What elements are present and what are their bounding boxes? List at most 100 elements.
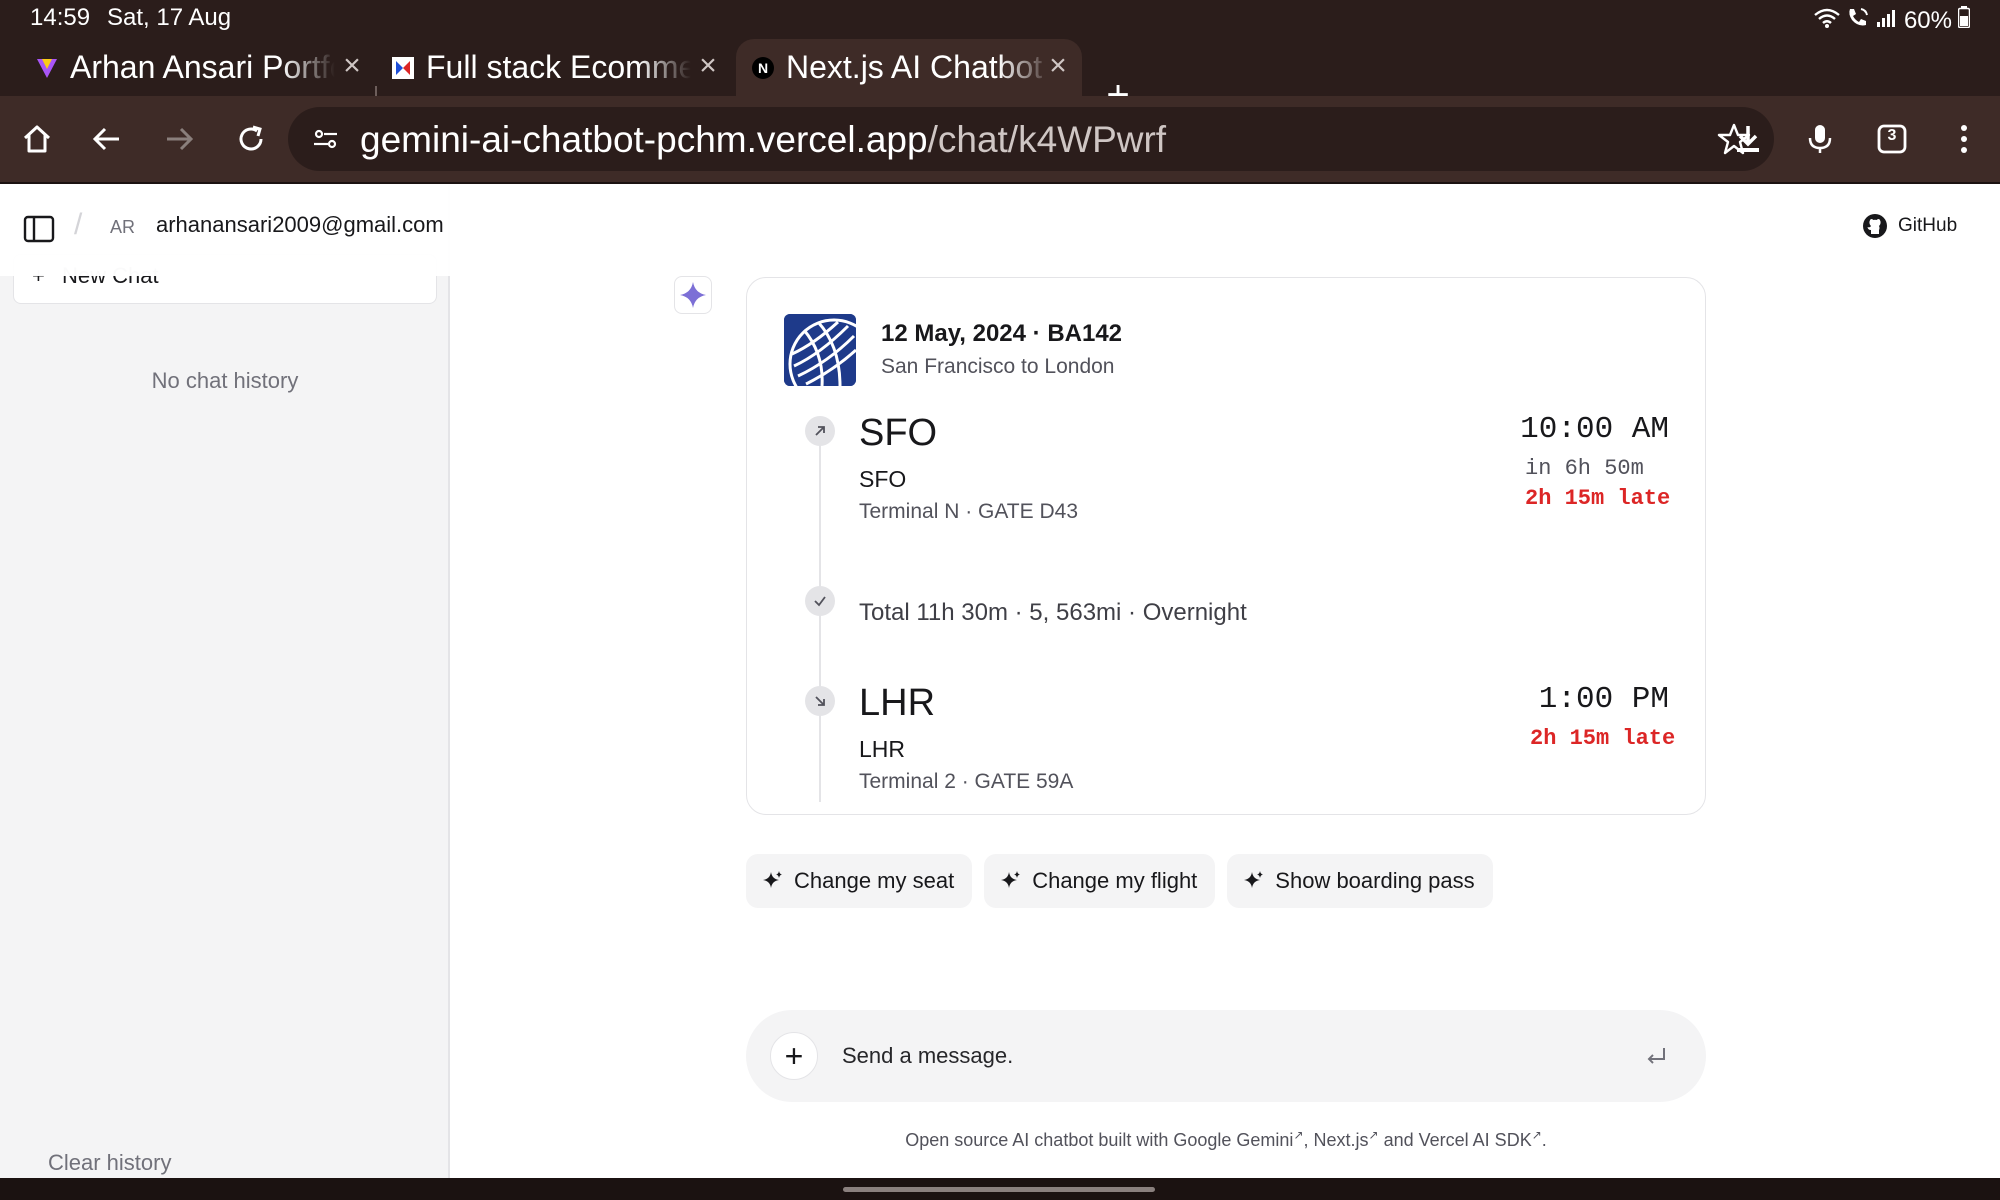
tab-close-icon[interactable]: ×	[338, 51, 366, 81]
sparkle-icon	[680, 282, 706, 308]
status-icons: 60%	[1814, 6, 1971, 35]
suggestion-change-seat[interactable]: Change my seat	[746, 854, 973, 908]
arrival-airport: LHR	[859, 736, 906, 762]
assistant-avatar	[674, 276, 712, 314]
arrival-time: 1:00 PM	[1538, 682, 1669, 717]
suggestion-label: Show boarding pass	[1275, 868, 1475, 893]
footer-suffix: .	[1541, 1130, 1547, 1150]
flight-total-summary: Total 11h 30m · 5, 563mi · Overnight	[859, 599, 1247, 626]
departure-code: SFO	[859, 412, 938, 454]
site-settings-icon[interactable]	[310, 123, 342, 155]
home-icon	[23, 125, 51, 153]
user-avatar-initials[interactable]: AR	[110, 217, 135, 238]
flight-date-number: 12 May, 2024 · BA142	[881, 320, 1123, 347]
arrow-up-right-icon	[815, 426, 825, 436]
tab-close-icon[interactable]: ×	[1044, 51, 1072, 81]
airline-globe-logo	[784, 314, 856, 386]
signal-icon	[1876, 7, 1898, 35]
external-link-icon: ↗	[1368, 1128, 1379, 1142]
departure-countdown: in 6h 50m	[1525, 456, 1644, 481]
new-chat-plus-button[interactable]: +	[770, 1032, 818, 1080]
arrow-left-icon	[92, 127, 119, 151]
battery-icon	[1957, 6, 1971, 35]
vercel-ai-sdk-link[interactable]: Vercel AI SDK	[1419, 1130, 1532, 1150]
github-icon	[1863, 214, 1887, 238]
check-icon	[814, 596, 826, 607]
tab-close-icon[interactable]: ×	[694, 51, 722, 81]
sparkles-icon	[1244, 871, 1264, 888]
suggestion-chips: Change my seat Change my flight Show boa…	[746, 854, 1493, 910]
browser-menu-button[interactable]	[1943, 118, 1985, 160]
chat-sidebar: + New Chat No chat history Clear history	[0, 184, 450, 1178]
enter-send-icon[interactable]	[1642, 1042, 1670, 1070]
url-text: gemini-ai-chatbot-pchm.vercel.app/chat/k…	[360, 119, 1166, 161]
tab-title: Next.js AI Chatbot	[786, 49, 1043, 85]
message-composer: +	[746, 1010, 1706, 1102]
arrow-down-right-icon	[815, 696, 825, 706]
gesture-handle[interactable]	[843, 1187, 1155, 1192]
wifi-calling-icon	[1846, 6, 1870, 35]
status-bar: 14:59 Sat, 17 Aug 60%	[0, 0, 2000, 34]
wifi-icon	[1814, 7, 1840, 35]
sidebar-toggle-icon[interactable]	[22, 212, 56, 246]
tab-portfolio[interactable]: Arhan Ansari Portfolio ×	[36, 39, 366, 96]
tab-title: Arhan Ansari Portfolio	[70, 49, 335, 85]
nextjs-favicon-icon: N	[752, 56, 774, 79]
nextjs-link[interactable]: Next.js	[1314, 1130, 1369, 1150]
status-date: Sat, 17 Aug	[107, 4, 232, 31]
vite-favicon-icon	[36, 57, 58, 79]
footer-prefix: Open source AI chatbot built with	[905, 1130, 1174, 1150]
battery-percent: 60%	[1903, 6, 1952, 34]
tab-strip: Arhan Ansari Portfolio × Full stack Ecom…	[0, 34, 2000, 115]
tab-title: Full stack Ecommerce	[426, 49, 691, 85]
clear-history-button[interactable]: Clear history	[48, 1150, 171, 1176]
departure-gate: Terminal N · GATE D43	[859, 500, 1078, 523]
google-gemini-link[interactable]: Google Gemini	[1173, 1130, 1293, 1150]
footer-sep: and	[1378, 1130, 1419, 1150]
sparkles-icon	[1001, 871, 1021, 888]
departure-dot	[805, 416, 835, 446]
flight-route: San Francisco to London	[881, 355, 1115, 378]
voice-search-button[interactable]	[1799, 118, 1841, 160]
more-vertical-icon	[1961, 125, 1967, 153]
microphone-icon	[1808, 125, 1832, 153]
sparkles-icon	[763, 871, 782, 888]
reload-button[interactable]	[230, 118, 272, 160]
message-input[interactable]	[842, 1040, 1622, 1072]
no-chat-history-text: No chat history	[151, 368, 299, 393]
departure-delay: 2h 15m late	[1525, 486, 1671, 511]
store-favicon-icon	[392, 56, 414, 79]
page-header: / AR arhanansari2009@gmail.com GitHub	[0, 184, 2000, 276]
reload-icon	[239, 125, 263, 151]
footer-note: Open source AI chatbot built with Google…	[746, 1128, 1706, 1151]
tab-count: 3	[1887, 127, 1897, 144]
arrival-delay: 2h 15m late	[1530, 726, 1676, 751]
web-page: + New Chat No chat history Clear history…	[0, 184, 2000, 1178]
forward-button[interactable]	[158, 118, 200, 160]
status-time: 14:59	[30, 4, 91, 31]
suggestion-boarding-pass[interactable]: Show boarding pass	[1227, 854, 1493, 908]
user-email[interactable]: arhanansari2009@gmail.com	[156, 212, 444, 238]
arrival-gate: Terminal 2 · GATE 59A	[859, 770, 1074, 793]
home-button[interactable]	[16, 118, 58, 160]
back-button[interactable]	[86, 118, 128, 160]
address-bar[interactable]: gemini-ai-chatbot-pchm.vercel.app/chat/k…	[288, 107, 1774, 171]
duration-dot	[805, 586, 835, 616]
external-link-icon: ↗	[1531, 1128, 1542, 1142]
external-link-icon: ↗	[1293, 1128, 1304, 1142]
tab-ecommerce[interactable]: Full stack Ecommerce ×	[392, 39, 722, 96]
url-path: /chat/k4WPwrf	[927, 119, 1167, 160]
download-icon	[1737, 126, 1759, 152]
suggestion-label: Change my flight	[1032, 868, 1198, 893]
suggestion-label: Change my seat	[794, 868, 955, 893]
arrival-dot	[805, 686, 835, 716]
tab-switcher-button[interactable]: 3	[1871, 118, 1913, 160]
github-label: GitHub	[1898, 215, 1958, 236]
departure-time: 10:00 AM	[1520, 412, 1669, 447]
github-link[interactable]: GitHub	[1862, 213, 1957, 239]
tab-chatbot-active[interactable]: N Next.js AI Chatbot ×	[736, 39, 1082, 96]
arrival-code: LHR	[859, 682, 936, 724]
footer-sep: ,	[1303, 1130, 1314, 1150]
download-button[interactable]	[1727, 118, 1769, 160]
suggestion-change-flight[interactable]: Change my flight	[984, 854, 1216, 908]
